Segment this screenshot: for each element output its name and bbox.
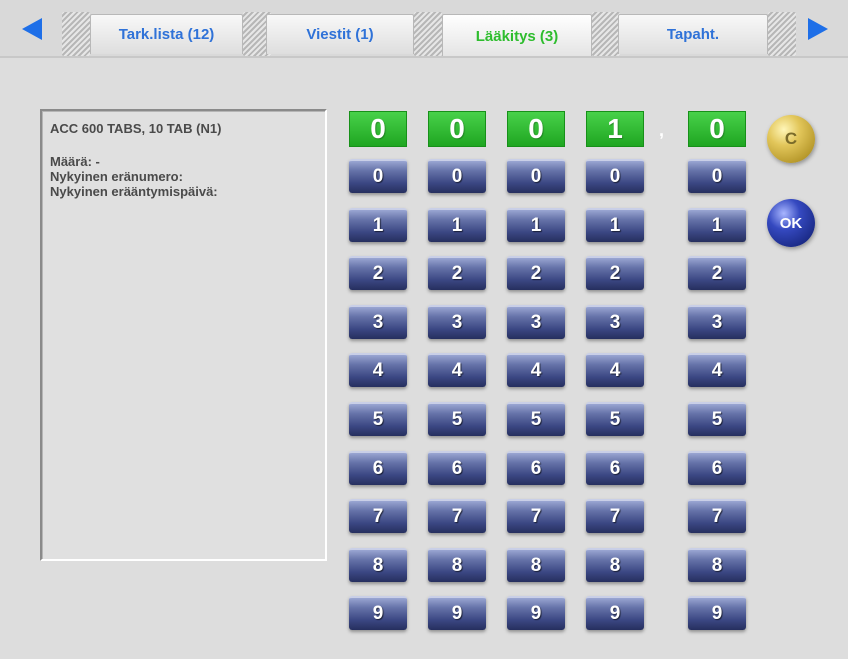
- medication-dose-entry-screen: Tark.lista (12) Viestit (1) Lääkitys (3)…: [0, 0, 848, 659]
- digit-button-col1-6[interactable]: 6: [349, 451, 407, 485]
- digit-button-col5-7[interactable]: 7: [688, 499, 746, 533]
- digit-button-col4-7[interactable]: 7: [586, 499, 644, 533]
- digit-button-col5-6[interactable]: 6: [688, 451, 746, 485]
- digit-button-col5-8[interactable]: 8: [688, 548, 746, 582]
- digit-button-col3-9[interactable]: 9: [507, 596, 565, 630]
- digit-button-col2-8[interactable]: 8: [428, 548, 486, 582]
- digit-display-2: 0: [428, 111, 486, 147]
- digit-button-col4-6[interactable]: 6: [586, 451, 644, 485]
- digit-button-col5-2[interactable]: 2: [688, 256, 746, 290]
- digit-button-col2-4[interactable]: 4: [428, 353, 486, 387]
- tab-separator-grip: [414, 12, 442, 56]
- digit-button-col1-1[interactable]: 1: [349, 208, 407, 242]
- digit-button-col3-0[interactable]: 0: [507, 159, 565, 193]
- digit-display-4: 1: [586, 111, 644, 147]
- digit-button-col2-6[interactable]: 6: [428, 451, 486, 485]
- digit-button-col1-5[interactable]: 5: [349, 402, 407, 436]
- digit-button-col2-3[interactable]: 3: [428, 305, 486, 339]
- decimal-separator: ,: [659, 120, 665, 140]
- digit-button-col2-5[interactable]: 5: [428, 402, 486, 436]
- ok-button[interactable]: OK: [767, 199, 815, 247]
- digit-button-col1-9[interactable]: 9: [349, 596, 407, 630]
- digit-button-col3-8[interactable]: 8: [507, 548, 565, 582]
- digit-button-col2-9[interactable]: 9: [428, 596, 486, 630]
- digit-button-col4-8[interactable]: 8: [586, 548, 644, 582]
- digit-button-col5-9[interactable]: 9: [688, 596, 746, 630]
- digit-button-col4-4[interactable]: 4: [586, 353, 644, 387]
- digit-button-col5-3[interactable]: 3: [688, 305, 746, 339]
- digit-display-3: 0: [507, 111, 565, 147]
- tab-separator-grip: [592, 12, 620, 56]
- digit-button-col3-4[interactable]: 4: [507, 353, 565, 387]
- digit-button-col1-2[interactable]: 2: [349, 256, 407, 290]
- digit-button-col3-7[interactable]: 7: [507, 499, 565, 533]
- digit-button-col4-2[interactable]: 2: [586, 256, 644, 290]
- tab-medication[interactable]: Lääkitys (3): [442, 14, 592, 58]
- digit-button-col2-7[interactable]: 7: [428, 499, 486, 533]
- digit-button-col1-4[interactable]: 4: [349, 353, 407, 387]
- batch-number-label: Nykyinen eränumero:: [50, 169, 183, 184]
- digit-button-col3-6[interactable]: 6: [507, 451, 565, 485]
- digit-button-col2-1[interactable]: 1: [428, 208, 486, 242]
- tab-events[interactable]: Tapaht.: [618, 14, 768, 54]
- digit-button-col5-4[interactable]: 4: [688, 353, 746, 387]
- digit-button-col2-2[interactable]: 2: [428, 256, 486, 290]
- digit-button-col3-5[interactable]: 5: [507, 402, 565, 436]
- tab-separator-grip: [768, 12, 796, 56]
- digit-button-col1-7[interactable]: 7: [349, 499, 407, 533]
- scroll-left-arrow-icon[interactable]: [22, 18, 42, 40]
- digit-button-col4-0[interactable]: 0: [586, 159, 644, 193]
- medication-info-panel: ACC 600 TABS, 10 TAB (N1) Määrä: - Nykyi…: [40, 109, 327, 561]
- digit-button-col3-1[interactable]: 1: [507, 208, 565, 242]
- digit-button-col3-3[interactable]: 3: [507, 305, 565, 339]
- digit-button-col5-5[interactable]: 5: [688, 402, 746, 436]
- tab-messages[interactable]: Viestit (1): [266, 14, 414, 54]
- digit-button-col1-8[interactable]: 8: [349, 548, 407, 582]
- tab-bar: Tark.lista (12) Viestit (1) Lääkitys (3)…: [0, 0, 848, 58]
- expiry-date-label: Nykyinen erääntymispäivä:: [50, 184, 218, 199]
- digit-button-col4-9[interactable]: 9: [586, 596, 644, 630]
- scroll-right-arrow-icon[interactable]: [808, 18, 828, 40]
- digit-button-col4-3[interactable]: 3: [586, 305, 644, 339]
- digit-button-col1-3[interactable]: 3: [349, 305, 407, 339]
- amount-label: Määrä: -: [50, 154, 100, 169]
- digit-button-col4-1[interactable]: 1: [586, 208, 644, 242]
- digit-button-col3-2[interactable]: 2: [507, 256, 565, 290]
- digit-display-decimal: 0: [688, 111, 746, 147]
- tab-checklist[interactable]: Tark.lista (12): [90, 14, 243, 54]
- digit-button-col4-5[interactable]: 5: [586, 402, 644, 436]
- digit-button-col5-0[interactable]: 0: [688, 159, 746, 193]
- medication-name: ACC 600 TABS, 10 TAB (N1): [50, 121, 222, 136]
- tab-bar-divider: [0, 56, 848, 58]
- digit-button-col5-1[interactable]: 1: [688, 208, 746, 242]
- digit-button-col2-0[interactable]: 0: [428, 159, 486, 193]
- tab-separator-grip: [62, 12, 90, 56]
- digit-button-col1-0[interactable]: 0: [349, 159, 407, 193]
- digit-display-1: 0: [349, 111, 407, 147]
- clear-button[interactable]: C: [767, 115, 815, 163]
